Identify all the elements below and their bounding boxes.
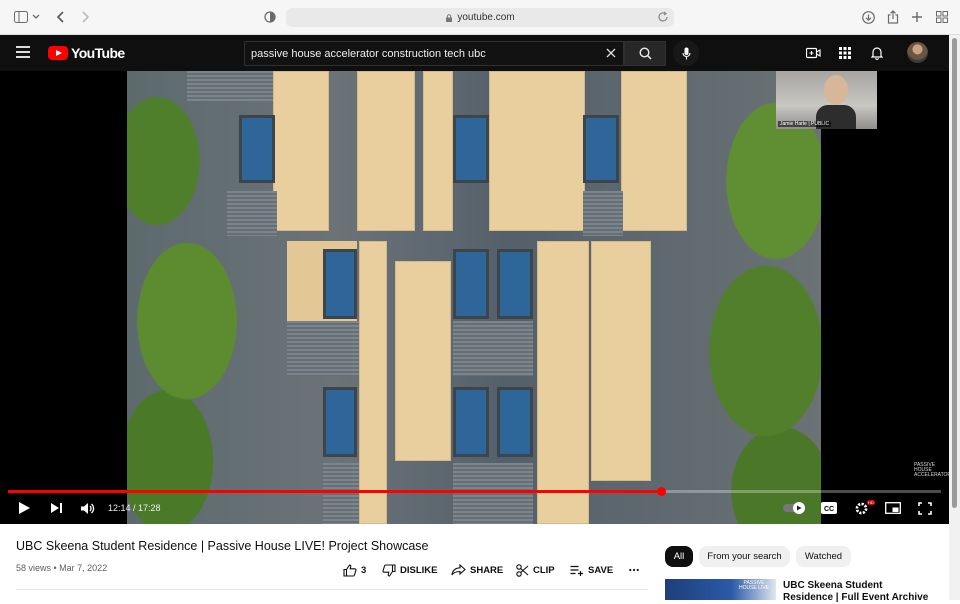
miniplayer-button[interactable]	[885, 500, 901, 516]
fullscreen-button[interactable]	[917, 500, 933, 516]
page-scrollbar[interactable]	[949, 35, 960, 600]
save-button[interactable]: SAVE	[570, 563, 613, 577]
volume-icon	[80, 502, 94, 514]
progress-bar[interactable]	[8, 487, 941, 496]
play-icon	[18, 502, 30, 514]
chip-watched[interactable]: Watched	[796, 546, 851, 567]
back-icon[interactable]	[53, 9, 69, 25]
hd-badge: HD	[867, 500, 875, 505]
menu-icon[interactable]	[16, 46, 32, 60]
microphone-icon	[681, 47, 691, 59]
share-label: SHARE	[470, 564, 504, 576]
youtube-header: YouTube	[0, 35, 949, 71]
recommended-video-thumbnail[interactable]: PASSIVE HOUSE LIVE	[665, 579, 776, 600]
share-arrow-icon	[451, 564, 466, 576]
more-actions-button[interactable]	[629, 563, 643, 577]
time-display: 12:14 / 17:28	[108, 503, 161, 513]
svg-text:CC: CC	[824, 506, 834, 513]
video-frame-building-facade	[127, 71, 821, 524]
clip-button[interactable]: CLIP	[516, 563, 555, 577]
browser-toolbar: youtube.com	[0, 0, 960, 35]
search-button[interactable]	[624, 41, 666, 66]
next-button[interactable]	[48, 500, 64, 516]
chip-from-your-search[interactable]: From your search	[699, 546, 790, 567]
youtube-logo[interactable]: YouTube	[48, 45, 125, 61]
fullscreen-icon	[918, 501, 932, 515]
chevron-down-icon[interactable]	[31, 9, 41, 25]
search-icon	[638, 47, 652, 60]
address-bar-url: youtube.com	[457, 12, 515, 23]
like-button[interactable]: 3	[343, 563, 366, 577]
youtube-play-icon	[48, 46, 68, 60]
video-player[interactable]: Jamie Harte | PUBLIC PASSIVE HOUSE ACCEL…	[0, 71, 949, 524]
tab-overview-icon[interactable]	[934, 9, 950, 25]
privacy-shield-icon[interactable]	[262, 9, 278, 25]
progress-played	[8, 490, 662, 493]
new-tab-icon[interactable]	[909, 9, 925, 25]
lock-icon	[446, 13, 453, 22]
thumbs-down-icon	[382, 563, 396, 577]
user-avatar[interactable]	[907, 42, 928, 63]
forward-icon[interactable]	[77, 9, 93, 25]
save-label: SAVE	[588, 564, 614, 576]
tree-right	[681, 71, 821, 524]
clear-search-icon[interactable]	[605, 47, 617, 59]
logo-text: YouTube	[71, 45, 125, 61]
miniplayer-icon	[885, 502, 901, 514]
sidebar-toggle-icon[interactable]	[13, 9, 29, 25]
scissors-icon	[516, 563, 529, 577]
thumbs-up-icon	[343, 563, 357, 577]
scrollbar-thumb[interactable]	[952, 38, 957, 508]
reload-icon[interactable]	[657, 11, 669, 23]
video-meta: 58 views • Mar 7, 2022	[16, 563, 108, 573]
presenter-webcam: Jamie Harte | PUBLIC	[776, 71, 877, 129]
search-box	[244, 41, 624, 66]
play-button[interactable]	[16, 500, 32, 516]
skip-next-icon	[50, 503, 62, 513]
tree-left	[127, 71, 247, 524]
chip-all[interactable]: All	[665, 546, 693, 567]
share-icon[interactable]	[885, 9, 901, 25]
address-bar[interactable]: youtube.com	[286, 8, 674, 27]
share-button[interactable]: SHARE	[451, 563, 503, 577]
dislike-button[interactable]: DISLIKE	[382, 563, 437, 577]
like-count: 3	[361, 564, 367, 576]
voice-search-button[interactable]	[673, 40, 699, 66]
recommended-video-title[interactable]: UBC Skeena Student Residence | Full Even…	[783, 580, 933, 604]
autoplay-toggle[interactable]	[783, 500, 807, 516]
dislike-label: DISLIKE	[400, 564, 438, 576]
channel-watermark: PASSIVE HOUSE ACCELERATOR	[914, 462, 949, 478]
download-icon[interactable]	[860, 9, 876, 25]
video-title: UBC Skeena Student Residence | Passive H…	[16, 539, 429, 553]
webcam-label: Jamie Harte | PUBLIC	[778, 121, 832, 127]
divider	[16, 589, 648, 590]
autoplay-toggle-icon	[783, 502, 805, 514]
search-input[interactable]	[245, 42, 595, 65]
add-to-playlist-icon	[570, 565, 583, 576]
clip-label: CLIP	[533, 564, 555, 576]
volume-button[interactable]	[79, 500, 95, 516]
more-horizontal-icon	[629, 568, 639, 572]
thumbnail-badge: PASSIVE HOUSE LIVE	[738, 580, 769, 591]
captions-button[interactable]: CC	[821, 500, 837, 516]
apps-grid-icon[interactable]	[837, 45, 853, 61]
notifications-bell-icon[interactable]	[869, 45, 885, 61]
create-video-icon[interactable]	[805, 45, 821, 61]
closed-captions-icon: CC	[821, 502, 837, 514]
